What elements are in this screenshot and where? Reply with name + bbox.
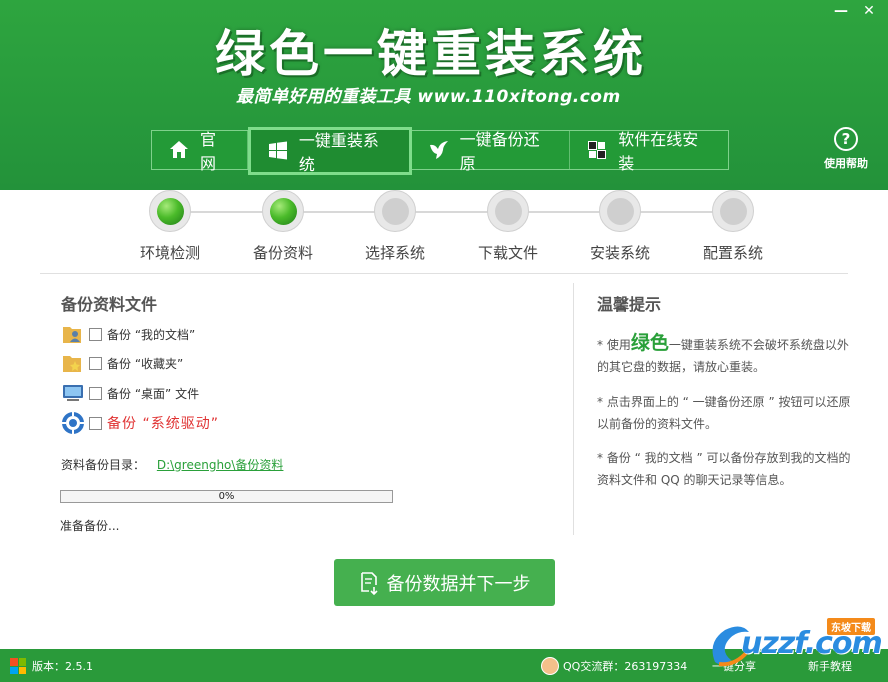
backup-desktop-label: 备份 “桌面” 文件 bbox=[107, 386, 200, 401]
step-dot bbox=[607, 198, 634, 225]
app-grid-icon bbox=[586, 139, 608, 161]
nav-home[interactable]: 官网 bbox=[152, 130, 248, 173]
nav-backup-label: 一键备份还原 bbox=[459, 130, 540, 173]
backup-documents-option[interactable]: 备份 “我的文档” bbox=[61, 322, 195, 346]
gear-icon bbox=[61, 411, 85, 435]
tips-title: 温馨提示 bbox=[597, 295, 662, 314]
tip-1: * 使用绿色一键重装系统不会破坏系统盘以外的其它盘的数据，请放心重装。 bbox=[597, 332, 855, 378]
step-pending-indicator bbox=[374, 190, 416, 232]
star-folder-icon bbox=[61, 351, 85, 375]
step-dot bbox=[720, 198, 747, 225]
close-button[interactable]: ✕ bbox=[856, 2, 882, 20]
backup-documents-checkbox[interactable] bbox=[89, 327, 102, 341]
backup-progress-bar: 0% bbox=[60, 490, 393, 503]
step-pending-indicator bbox=[712, 190, 754, 232]
backup-favorites-option[interactable]: 备份 “收藏夹” bbox=[61, 351, 183, 375]
backup-drivers-option[interactable]: 备份 “系统驱动” bbox=[61, 411, 219, 435]
step-1: 环境检测 bbox=[125, 190, 215, 263]
step-dot bbox=[270, 198, 297, 225]
windows-icon bbox=[267, 140, 289, 162]
step-3: 选择系统 bbox=[350, 190, 440, 263]
backup-next-label: 备份数据并下一步 bbox=[386, 573, 531, 595]
version-label: 版本：2.5.1 bbox=[32, 660, 93, 673]
step-label: 安装系统 bbox=[589, 244, 650, 262]
step-complete-indicator bbox=[149, 190, 191, 232]
backup-directory-label: 资料备份目录： bbox=[61, 458, 146, 472]
bird-icon bbox=[428, 139, 450, 161]
nav-reinstall-label: 一键重装系统 bbox=[298, 131, 379, 174]
backup-document-icon bbox=[359, 571, 381, 595]
step-6: 配置系统 bbox=[688, 190, 778, 263]
divider bbox=[40, 273, 848, 274]
step-dot bbox=[495, 198, 522, 225]
step-label: 备份资料 bbox=[252, 244, 313, 262]
tip-1-brand: 绿色 bbox=[630, 332, 669, 354]
app-title: 绿色一键重装系统 bbox=[215, 24, 647, 83]
nav-home-label: 官网 bbox=[200, 130, 217, 173]
backup-favorites-label: 备份 “收藏夹” bbox=[107, 356, 184, 371]
step-2: 备份资料 bbox=[238, 190, 328, 263]
nav-software-label: 软件在线安装 bbox=[618, 130, 699, 173]
main-nav: 官网 一键重装系统 一键备份还原 软件在线安装 bbox=[151, 127, 729, 175]
step-label: 配置系统 bbox=[702, 244, 763, 262]
user-folder-icon bbox=[61, 322, 85, 346]
backup-drivers-checkbox[interactable] bbox=[89, 416, 102, 430]
progress-text: 0% bbox=[218, 491, 235, 502]
nav-software[interactable]: 软件在线安装 bbox=[570, 130, 728, 173]
backup-favorites-checkbox[interactable] bbox=[89, 356, 102, 370]
step-dot bbox=[382, 198, 409, 225]
qq-group[interactable]: QQ交流群：263197334 bbox=[541, 657, 687, 675]
backup-desktop-option[interactable]: 备份 “桌面” 文件 bbox=[61, 381, 199, 405]
watermark-text: uzzf.com bbox=[741, 626, 883, 661]
home-icon bbox=[168, 139, 190, 161]
windows-logo-icon bbox=[10, 658, 26, 674]
step-5: 安装系统 bbox=[575, 190, 665, 263]
site-watermark: 东坡下载 uzzf.com bbox=[705, 618, 883, 674]
help-button[interactable]: ? 使用帮助 bbox=[824, 127, 868, 171]
step-pending-indicator bbox=[487, 190, 529, 232]
minimize-button[interactable]: — bbox=[828, 2, 854, 20]
backup-documents-label: 备份 “我的文档” bbox=[107, 327, 196, 342]
step-label: 下载文件 bbox=[477, 244, 538, 262]
step-dot bbox=[157, 198, 184, 225]
nav-reinstall[interactable]: 一键重装系统 bbox=[247, 127, 412, 175]
qq-avatar-icon bbox=[541, 657, 559, 675]
tip-3: * 备份 “ 我的文档 ” 可以备份存放到我的文档的资料文件和 QQ 的聊天记录… bbox=[597, 451, 851, 487]
qq-group-label: QQ交流群：263197334 bbox=[563, 660, 688, 673]
app-subtitle: 最简单好用的重装工具 www.110xitong.com bbox=[236, 87, 621, 107]
backup-section-title: 备份资料文件 bbox=[61, 295, 158, 314]
backup-status: 准备备份... bbox=[60, 519, 120, 533]
help-icon: ? bbox=[834, 127, 858, 151]
backup-next-button[interactable]: 备份数据并下一步 bbox=[334, 559, 555, 606]
header: — ✕ 绿色一键重装系统 最简单好用的重装工具 www.110xitong.co… bbox=[0, 0, 888, 190]
step-label: 选择系统 bbox=[364, 244, 425, 262]
tip-2: * 点击界面上的 “ 一键备份还原 ” 按钮可以还原以前备份的资料文件。 bbox=[597, 395, 851, 431]
desktop-icon bbox=[61, 381, 85, 405]
step-complete-indicator bbox=[262, 190, 304, 232]
backup-desktop-checkbox[interactable] bbox=[89, 386, 102, 400]
nav-backup-restore[interactable]: 一键备份还原 bbox=[412, 130, 571, 173]
backup-directory-link[interactable]: D:\greengho\备份资料 bbox=[157, 458, 284, 472]
backup-drivers-label: 备份 “系统驱动” bbox=[107, 416, 219, 432]
step-pending-indicator bbox=[599, 190, 641, 232]
tip-1-prefix: * 使用 bbox=[597, 338, 631, 352]
step-4: 下载文件 bbox=[463, 190, 553, 263]
window-controls: — ✕ bbox=[828, 2, 882, 20]
step-label: 环境检测 bbox=[139, 244, 200, 262]
version-info: 版本：2.5.1 bbox=[10, 658, 93, 674]
backup-directory-row: 资料备份目录： D:\greengho\备份资料 bbox=[61, 456, 283, 473]
help-label: 使用帮助 bbox=[824, 157, 868, 170]
divider bbox=[573, 283, 574, 535]
